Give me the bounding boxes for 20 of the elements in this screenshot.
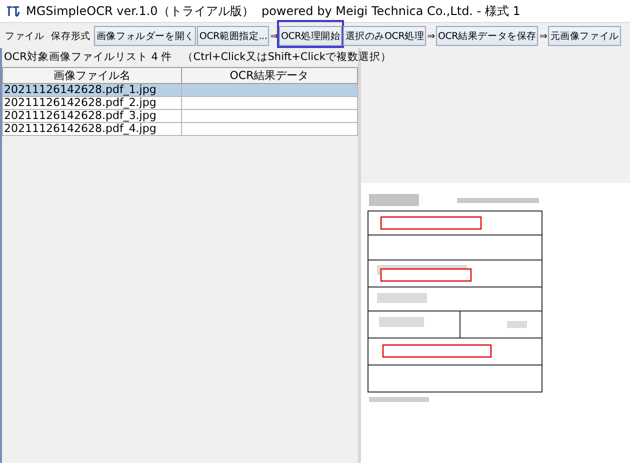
app-logo-icon <box>6 5 20 17</box>
menu-item[interactable]: ファイル <box>2 30 48 42</box>
table-cell: 20211126142628.pdf_3.jpg <box>2 110 181 122</box>
table-cell: 20211126142628.pdf_4.jpg <box>2 122 181 136</box>
arrow-text: ⇒ <box>539 30 548 42</box>
table-cell: 20211126142628.pdf_2.jpg <box>2 96 181 110</box>
file-list-label: OCR対象画像ファイルリスト 4 件 <box>4 50 172 64</box>
selection-hint: （Ctrl+Click又はShift+Clickで複数選択） <box>182 50 392 64</box>
toolbar-button[interactable]: OCR処理開始 <box>278 26 342 46</box>
toolbar-button[interactable]: 選択のみOCR処理 <box>343 26 426 46</box>
toolbar-button[interactable]: 元画像ファイル <box>548 26 621 46</box>
window-title: MGSimpleOCR ver.1.0（トライアル版） powered by Meigi Technica Co.,Ltd. - 様式 1 <box>26 2 520 20</box>
column-header[interactable]: OCR結果データ <box>181 68 358 84</box>
toolbar-button[interactable]: OCR範囲指定... <box>197 26 270 46</box>
toolbar-button[interactable]: 画像フォルダーを開く <box>94 26 196 46</box>
toolbar-button[interactable]: OCR結果データを保存 <box>436 26 538 46</box>
column-header[interactable]: 画像ファイル名 <box>2 68 181 84</box>
table-cell: 20211126142628.pdf_1.jpg <box>2 84 181 96</box>
arrow-text: ⇒ <box>427 30 435 42</box>
menu-item[interactable]: 保存形式 <box>48 30 94 42</box>
